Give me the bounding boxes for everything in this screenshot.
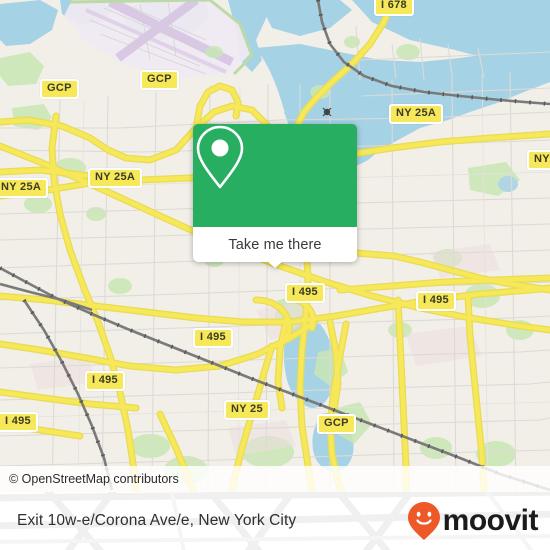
road-shield: I 495 [85,371,125,391]
map-screenshot: GCP GCP NY 25A NY 25A I 678 NY 25A NY I 495 I 49… [0,0,550,550]
road-shield: I 495 [193,328,233,348]
footer-bar: Exit 10w-e/Corona Ave/e, New York City m… [0,492,550,550]
openstreetmap-attribution[interactable]: © OpenStreetMap contributors [0,472,179,486]
callout-header [193,124,357,227]
moovit-wordmark: moovit [442,504,539,537]
moovit-brand[interactable]: moovit [407,492,539,550]
map-attribution-bar: © OpenStreetMap contributors [0,466,550,492]
destination-callout[interactable]: Take me there [193,124,357,268]
callout-pointer-tail [267,261,283,268]
road-shield: NY 25A [389,104,444,124]
road-shield: GCP [140,70,179,90]
road-shield: I 678 [374,0,414,16]
take-me-there-label: Take me there [228,236,322,253]
road-shield: NY 25A [0,178,49,198]
road-shield: NY 25A [88,168,143,188]
callout-action-bar[interactable]: Take me there [193,227,357,262]
road-shield: I 495 [285,283,325,303]
road-shield: I 495 [0,412,38,432]
road-shield: NY [527,150,550,170]
road-shield: GCP [317,414,356,434]
moovit-smiley-pin-icon [407,502,440,540]
location-pin-icon [196,125,244,189]
location-title: Exit 10w-e/Corona Ave/e, New York City [17,512,297,529]
road-shield: NY 25 [224,400,270,420]
map-canvas[interactable]: GCP GCP NY 25A NY 25A I 678 NY 25A NY I 495 I 49… [0,0,550,492]
road-shield: GCP [40,79,79,99]
road-shield: I 495 [416,291,456,311]
